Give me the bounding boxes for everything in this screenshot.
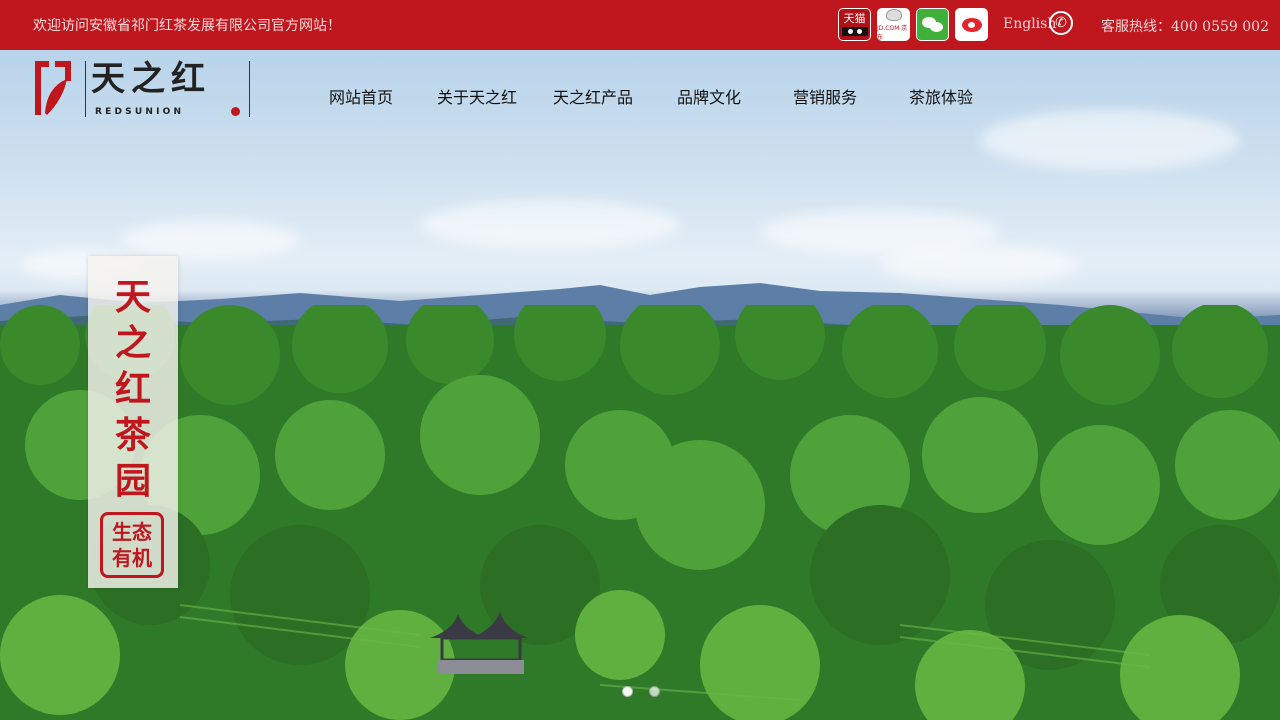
- logo-mark-icon: [35, 61, 71, 115]
- nav-products[interactable]: 天之红产品: [553, 84, 633, 108]
- welcome-text: 欢迎访问安徽省祁门红茶发展有限公司官方网站！: [33, 18, 341, 34]
- top-bar: 欢迎访问安徽省祁门红茶发展有限公司官方网站！ 天猫 JD.COM 京东 Engl…: [0, 0, 1280, 50]
- logo-divider: [85, 61, 86, 117]
- jd-label: JD.COM 京东: [877, 24, 908, 41]
- jd-dog-icon: [885, 8, 902, 21]
- seal-text: 生态 有机: [112, 520, 152, 570]
- nav-about[interactable]: 关于天之红: [437, 84, 517, 108]
- nav-marketing-service[interactable]: 营销服务: [793, 84, 857, 108]
- pavilion-image: [430, 612, 528, 674]
- weibo-link[interactable]: [955, 8, 988, 41]
- logo-seal-icon: [231, 107, 240, 116]
- slider-dot[interactable]: [622, 686, 633, 697]
- hero-banner-image: [0, 50, 1280, 720]
- jd-store-link[interactable]: JD.COM 京东: [877, 8, 910, 41]
- organic-seal: 生态 有机: [100, 512, 164, 578]
- banner-title-text: 天之红茶园: [114, 276, 151, 502]
- wechat-link[interactable]: [916, 8, 949, 41]
- nav-home[interactable]: 网站首页: [329, 84, 393, 108]
- nav-tea-tourism[interactable]: 茶旅体验: [909, 84, 973, 108]
- slider-dots: [622, 686, 660, 697]
- phone-icon: ✆: [1049, 11, 1073, 35]
- weibo-icon: [961, 17, 982, 32]
- tmall-cat-icon: [841, 27, 868, 36]
- nav-brand-culture[interactable]: 品牌文化: [677, 84, 741, 108]
- banner-title: 天之红茶园: [88, 274, 178, 504]
- slider-dot[interactable]: [649, 686, 660, 697]
- wechat-icon: [917, 9, 948, 40]
- logo-chinese: 天之红: [91, 59, 211, 99]
- logo-english: REDSUNION: [95, 107, 185, 117]
- tmall-label: 天猫: [843, 12, 866, 25]
- site-logo[interactable]: 天之红 REDSUNION: [33, 59, 253, 119]
- store-icons: 天猫 JD.COM 京东: [838, 8, 988, 41]
- hotline-text: 客服热线：400 0559 002: [1101, 19, 1269, 35]
- tmall-store-link[interactable]: 天猫: [838, 8, 871, 41]
- tea-garden-banner: 天之红茶园 生态 有机: [88, 256, 178, 588]
- logo-divider: [249, 61, 250, 117]
- forest-canopy: [0, 305, 1280, 720]
